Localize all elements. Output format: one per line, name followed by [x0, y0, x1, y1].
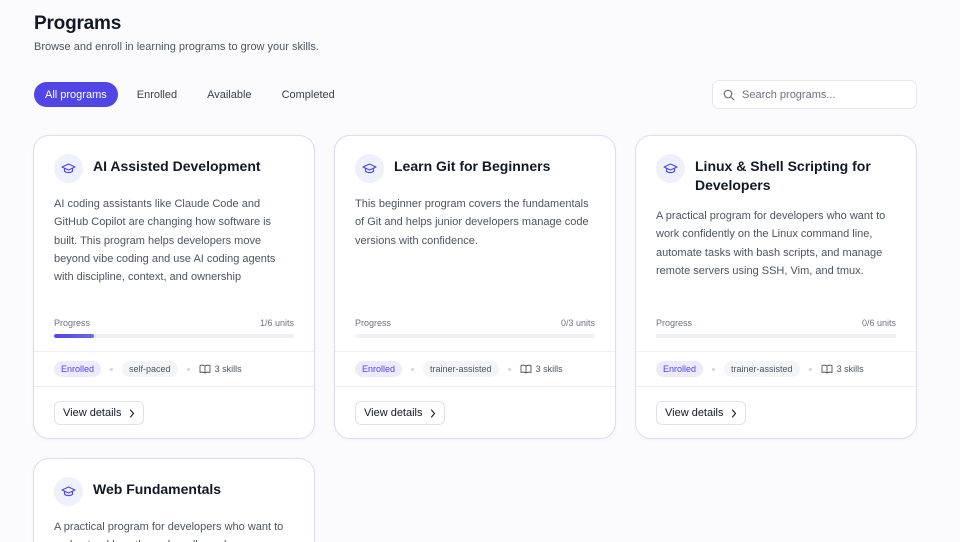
- progress-label: Progress: [54, 318, 91, 328]
- program-description: This beginner program covers the fundame…: [355, 198, 589, 247]
- book-open-icon: [199, 364, 211, 374]
- program-card: Learn Git for Beginners This beginner pr…: [334, 135, 616, 439]
- status-badge: Enrolled: [355, 361, 403, 377]
- progress-section: Progress 1/6 units: [54, 318, 294, 338]
- progress-fill: [54, 334, 94, 338]
- skills-label: 3 skills: [214, 364, 242, 374]
- search-input[interactable]: [742, 88, 902, 101]
- separator-dot: [808, 367, 812, 371]
- progress-section: Progress 0/6 units: [656, 318, 896, 338]
- chevron-right-icon: [430, 408, 435, 418]
- program-description: A practical program for developers who w…: [656, 210, 886, 277]
- chevron-right-icon: [731, 408, 736, 418]
- program-card: Web Fundamentals A practical program for…: [33, 458, 315, 542]
- page-subtitle: Browse and enroll in learning programs t…: [34, 41, 319, 53]
- program-title: Linux & Shell Scripting for Developers: [695, 158, 871, 193]
- skills-count: 3 skills: [520, 364, 563, 374]
- graduation-cap-icon: [656, 154, 685, 183]
- progress-label: Progress: [355, 318, 392, 328]
- progress-bar: [355, 334, 595, 338]
- tab-enrolled[interactable]: Enrolled: [126, 82, 188, 107]
- search-icon: [723, 89, 735, 101]
- graduation-cap-icon: [355, 154, 384, 183]
- program-meta: Enrolled self-paced 3 skills: [34, 351, 314, 387]
- book-open-icon: [821, 364, 833, 374]
- separator-dot: [507, 367, 511, 371]
- chevron-right-icon: [129, 408, 134, 418]
- pace-badge: trainer-assisted: [423, 361, 499, 377]
- tab-all-programs[interactable]: All programs: [34, 82, 118, 107]
- skills-count: 3 skills: [821, 364, 864, 374]
- progress-label: Progress: [656, 318, 693, 328]
- program-card: AI Assisted Development AI coding assist…: [33, 135, 315, 439]
- search-box[interactable]: [712, 80, 917, 109]
- program-description: AI coding assistants like Claude Code an…: [54, 198, 276, 284]
- status-badge: Enrolled: [54, 361, 102, 377]
- skills-label: 3 skills: [535, 364, 563, 374]
- program-meta: Enrolled trainer-assisted 3 skills: [335, 351, 615, 387]
- graduation-cap-icon: [54, 477, 83, 506]
- status-badge: Enrolled: [656, 361, 704, 377]
- tab-completed[interactable]: Completed: [271, 82, 346, 107]
- progress-units: 0/6 units: [861, 318, 896, 328]
- separator-dot: [186, 367, 190, 371]
- separator-dot: [712, 367, 716, 371]
- skills-label: 3 skills: [836, 364, 864, 374]
- view-details-button[interactable]: View details: [54, 401, 144, 425]
- pace-badge: trainer-assisted: [724, 361, 800, 377]
- program-title: AI Assisted Development: [93, 158, 261, 174]
- progress-section: Progress 0/3 units: [355, 318, 595, 338]
- filter-tabs: All programs Enrolled Available Complete…: [34, 82, 346, 107]
- program-card: Linux & Shell Scripting for Developers A…: [635, 135, 917, 439]
- progress-bar: [656, 334, 896, 338]
- view-details-button[interactable]: View details: [355, 401, 445, 425]
- graduation-cap-icon: [54, 154, 83, 183]
- book-open-icon: [520, 364, 532, 374]
- program-title: Web Fundamentals: [93, 481, 222, 497]
- separator-dot: [411, 367, 415, 371]
- view-details-label: View details: [665, 407, 724, 419]
- program-meta: Enrolled trainer-assisted 3 skills: [636, 351, 916, 387]
- progress-units: 0/3 units: [560, 318, 595, 328]
- separator-dot: [110, 367, 114, 371]
- program-title: Learn Git for Beginners: [394, 158, 551, 174]
- program-description: A practical program for developers who w…: [54, 521, 284, 542]
- view-details-label: View details: [63, 407, 122, 419]
- skills-count: 3 skills: [199, 364, 242, 374]
- progress-units: 1/6 units: [259, 318, 294, 328]
- view-details-button[interactable]: View details: [656, 401, 746, 425]
- tab-available[interactable]: Available: [196, 82, 262, 107]
- progress-bar: [54, 334, 294, 338]
- view-details-label: View details: [364, 407, 423, 419]
- page-title: Programs: [34, 13, 122, 34]
- pace-badge: self-paced: [122, 361, 178, 377]
